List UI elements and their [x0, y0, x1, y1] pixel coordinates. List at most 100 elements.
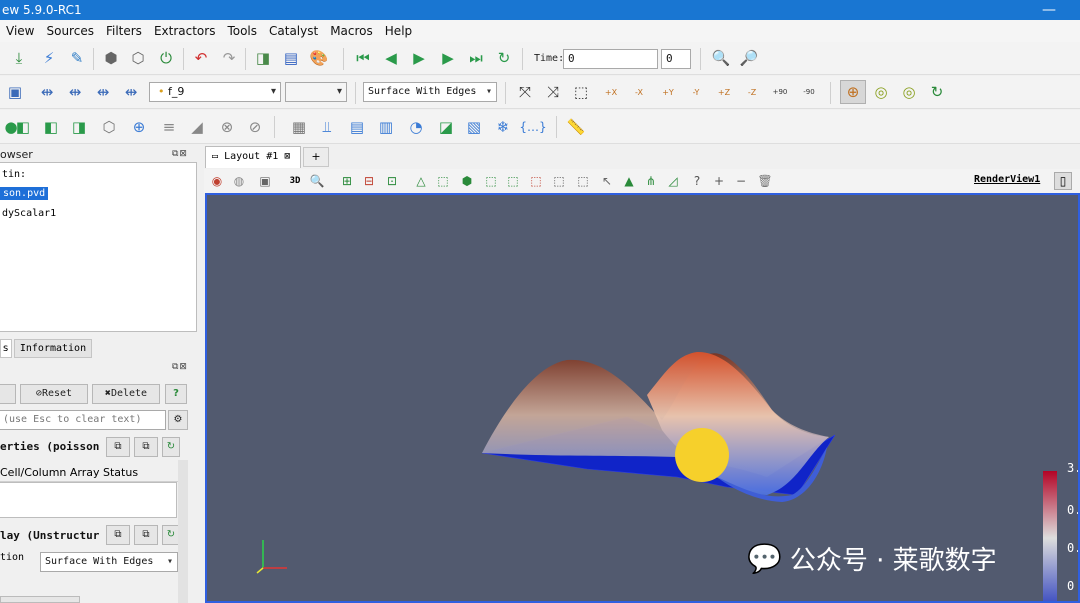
select-cells-icon[interactable]: ⊞ — [338, 172, 356, 190]
find-data-icon[interactable]: 🔍 — [710, 47, 732, 69]
pipeline-dock-buttons[interactable]: ⧉⊠ — [172, 149, 188, 159]
properties-search-input[interactable]: (use Esc to clear text) — [0, 410, 166, 430]
previous-frame-icon[interactable]: ◀ — [380, 47, 402, 69]
temporal-icon[interactable]: ▧ — [463, 116, 485, 138]
clip-icon[interactable]: ◧ — [40, 116, 62, 138]
clear-session-icon[interactable]: ⬡ — [127, 47, 149, 69]
reset-session-icon[interactable]: ⬢ — [100, 47, 122, 69]
render-view[interactable]: 3. 0. 0. 0 💬 公众号 · 莱歌数字 — [205, 193, 1080, 603]
representation-dropdown[interactable]: Surface With Edges — [40, 552, 178, 572]
contour-icon[interactable]: ◧ — [12, 116, 34, 138]
play-icon[interactable]: ▶ — [408, 47, 430, 69]
hover-cells-icon[interactable]: ⬚ — [504, 172, 522, 190]
link-camera-icon[interactable]: ◎ — [898, 81, 920, 103]
reset-camera-icon[interactable]: ⤧ — [514, 81, 536, 103]
view-plus-x-icon[interactable]: +X — [600, 81, 622, 103]
snowflake-icon[interactable]: ❄ — [492, 116, 514, 138]
undo-icon[interactable]: ↶ — [190, 47, 212, 69]
shrink-selection-icon[interactable]: ⬚ — [550, 172, 568, 190]
clear-selection-icon[interactable]: 🗑 — [756, 172, 774, 190]
query-icon[interactable]: ? — [688, 172, 706, 190]
apply-button[interactable] — [0, 384, 16, 404]
menu-tools[interactable]: Tools — [221, 24, 263, 38]
view-minus-z-icon[interactable]: -Z — [741, 81, 763, 103]
slice-icon[interactable]: ◨ — [68, 116, 90, 138]
split-view-icon[interactable]: ▯ — [1054, 172, 1072, 190]
toggle-3d-button[interactable]: 3D — [286, 172, 304, 190]
interaction-mode-icon[interactable]: ⊕ — [840, 80, 866, 104]
tab-properties[interactable]: s — [0, 339, 12, 358]
loop-icon[interactable]: ↻ — [493, 47, 515, 69]
view-zoom-icon[interactable]: 🔍 — [308, 172, 326, 190]
help-button[interactable]: ? — [165, 384, 187, 404]
grow-selection-icon[interactable]: ⬚ — [527, 172, 545, 190]
camera-undo-icon[interactable]: ◨ — [252, 47, 274, 69]
plot-data-icon[interactable]: ◪ — [435, 116, 457, 138]
view-minus-y-icon[interactable]: -Y — [685, 81, 707, 103]
ruler-icon[interactable]: 📏 — [565, 116, 587, 138]
select-points-icon[interactable]: ⊟ — [360, 172, 378, 190]
component-select[interactable] — [285, 82, 347, 102]
pipeline-item-scalar[interactable]: dyScalar1 — [2, 208, 56, 219]
edit-color-map-icon[interactable]: ⇹ — [36, 81, 58, 103]
tab-layout-1[interactable]: ▭ Layout #1 ⊠ — [205, 146, 301, 168]
properties-scrollbar[interactable] — [178, 460, 188, 603]
minimize-button[interactable]: — — [1042, 0, 1056, 20]
reset-button[interactable]: ⊘Reset — [20, 384, 88, 404]
plot-over-line-icon[interactable]: ⫫ — [316, 116, 338, 138]
menu-filters[interactable]: Filters — [100, 24, 148, 38]
copy-display-icon[interactable]: ⧉ — [106, 525, 130, 545]
camera-icon[interactable]: ◍ — [230, 172, 248, 190]
edit-selection-icon[interactable]: ⬚ — [574, 172, 592, 190]
interactive-select-icon[interactable]: ⬢ — [458, 172, 476, 190]
builtin-server[interactable]: tin: — [2, 169, 26, 180]
camera-redo-icon[interactable]: ▤ — [280, 47, 302, 69]
tab-information[interactable]: Information — [14, 339, 92, 358]
last-frame-icon[interactable]: ⏭ — [465, 47, 487, 69]
properties-dock-buttons[interactable]: ⧉⊠ — [172, 362, 188, 372]
reload-properties-icon[interactable]: ↻ — [162, 437, 180, 457]
menu-help[interactable]: Help — [379, 24, 418, 38]
capture-screenshot-icon[interactable]: ◉ — [208, 172, 226, 190]
palette-icon[interactable]: 🎨 — [308, 47, 330, 69]
rotate-plus-90-icon[interactable]: +90 — [769, 81, 791, 103]
view-minus-x-icon[interactable]: -X — [628, 81, 650, 103]
plot-selection-icon[interactable]: ▲ — [620, 172, 638, 190]
menu-macros[interactable]: Macros — [324, 24, 379, 38]
camera-refresh-icon[interactable]: ↻ — [926, 81, 948, 103]
reset-closest-icon[interactable]: ⤨ — [542, 81, 564, 103]
bottom-tab[interactable] — [0, 596, 80, 603]
view-plus-y-icon[interactable]: +Y — [657, 81, 679, 103]
zoom-box-icon[interactable]: ⬚ — [570, 81, 592, 103]
close-tab-icon[interactable]: ⊠ — [284, 151, 290, 162]
paste-properties-icon[interactable]: ⧉ — [134, 437, 158, 457]
load-state-icon[interactable]: ⤓ — [8, 47, 30, 69]
glyph-icon[interactable]: ≡ — [158, 116, 180, 138]
array-status-list[interactable] — [0, 482, 177, 518]
calculator-icon[interactable]: ▦ — [288, 116, 310, 138]
split-vertical-icon[interactable]: − — [732, 172, 750, 190]
stream-tracer-icon[interactable]: ◢ — [186, 116, 208, 138]
select-polygon-icon[interactable]: ⬚ — [434, 172, 452, 190]
split-horizontal-icon[interactable]: + — [710, 172, 728, 190]
hover-points-icon[interactable]: ⬚ — [482, 172, 500, 190]
time-index-spinbox[interactable]: 0 — [661, 49, 691, 69]
visible-range-icon[interactable]: ⇹ — [120, 81, 142, 103]
probe-icon[interactable]: ◔ — [405, 116, 427, 138]
menu-extractors[interactable]: Extractors — [148, 24, 222, 38]
zoom-to-data-icon[interactable]: 🔎 — [738, 47, 760, 69]
extract-subset-icon[interactable]: ⊕ — [128, 116, 150, 138]
new-layout-tab[interactable]: + — [303, 147, 329, 167]
connect-icon[interactable]: ⚡ — [38, 47, 60, 69]
time-input[interactable]: 0 — [563, 49, 658, 69]
custom-range-icon[interactable]: ⇹ — [92, 81, 114, 103]
redo-icon[interactable]: ↷ — [218, 47, 240, 69]
menu-catalyst[interactable]: Catalyst — [263, 24, 324, 38]
group-icon[interactable]: ⊘ — [244, 116, 266, 138]
programmable-filter-icon[interactable]: {…} — [519, 116, 546, 138]
menu-sources[interactable]: Sources — [40, 24, 99, 38]
select-frustum-icon[interactable]: ⊡ — [383, 172, 401, 190]
select-block-icon[interactable]: △ — [412, 172, 430, 190]
python-calculator-icon[interactable]: ▤ — [346, 116, 368, 138]
auto-apply-icon[interactable]: ⏻ — [155, 47, 177, 69]
